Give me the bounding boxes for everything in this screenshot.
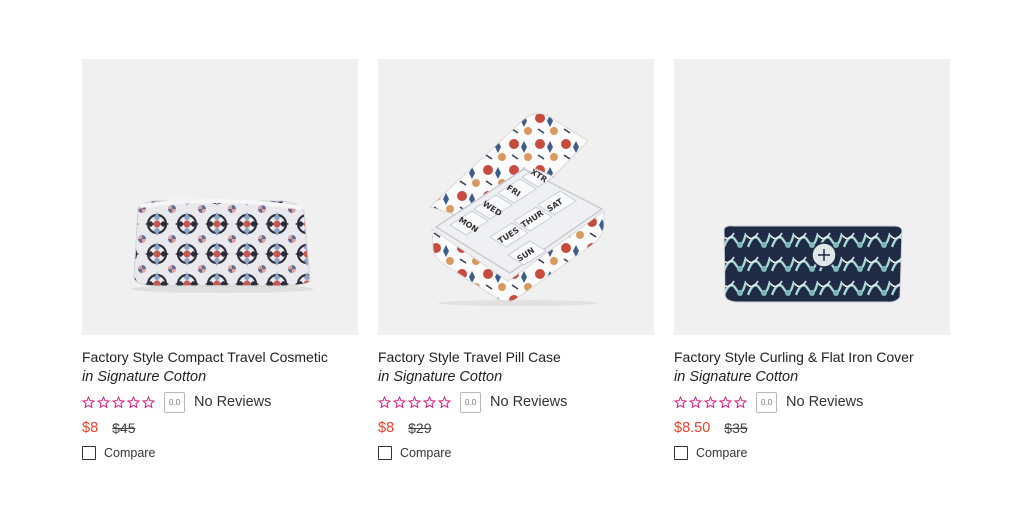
rating-row: 0.0 No Reviews [378,391,654,413]
star-outline-icon [142,395,155,408]
original-price: $35 [724,420,748,436]
rating-row: 0.0 No Reviews [674,391,950,413]
star-outline-icon [438,395,451,408]
product-material: in Signature Cotton [82,369,207,385]
product-image-flat-iron-cover[interactable] [674,59,950,335]
price-row: $8 $29 [378,418,654,438]
compare-toggle[interactable]: Compare [674,446,950,460]
star-outline-icon [112,395,125,408]
compare-label: Compare [104,446,156,460]
product-grid: Factory Style Compact Travel Cosmetic in… [82,59,950,460]
rating-score: 0.0 [164,391,185,413]
product-material: in Signature Cotton [378,369,503,385]
price-row: $8.50 $35 [674,418,950,438]
compare-label: Compare [696,446,748,460]
compare-toggle[interactable]: Compare [82,446,358,460]
rating-score: 0.0 [756,391,777,413]
reviews-link[interactable]: No Reviews [786,394,863,410]
product-title[interactable]: Factory Style Compact Travel Cosmetic [82,348,358,367]
product-card: Factory Style Compact Travel Cosmetic in… [82,59,358,460]
product-card: Factory Style Curling & Flat Iron Cover … [674,59,950,460]
star-outline-icon [97,395,110,408]
rating-score: 0.0 [460,391,481,413]
product-material: in Signature Cotton [674,369,799,385]
product-image-cosmetic-bag[interactable] [82,59,358,335]
star-rating [378,395,451,409]
star-outline-icon [689,395,702,408]
star-outline-icon [393,395,406,408]
product-title[interactable]: Factory Style Curling & Flat Iron Cover [674,348,950,367]
star-outline-icon [82,395,95,408]
checkbox-icon[interactable] [378,446,392,460]
product-image-pill-case[interactable]: MON WED FRI XTR TUES THUR SAT SUN [378,59,654,335]
compare-toggle[interactable]: Compare [378,446,654,460]
star-outline-icon [704,395,717,408]
reviews-link[interactable]: No Reviews [490,394,567,410]
original-price: $45 [112,420,136,436]
star-rating [674,395,747,409]
product-card: MON WED FRI XTR TUES THUR SAT SUN Factor… [378,59,654,460]
star-outline-icon [423,395,436,408]
star-outline-icon [734,395,747,408]
star-outline-icon [127,395,140,408]
original-price: $29 [408,420,432,436]
reviews-link[interactable]: No Reviews [194,394,271,410]
checkbox-icon[interactable] [82,446,96,460]
compare-label: Compare [400,446,452,460]
sale-price: $8 [378,420,395,436]
checkbox-icon[interactable] [674,446,688,460]
star-outline-icon [719,395,732,408]
rating-row: 0.0 No Reviews [82,391,358,413]
sale-price: $8.50 [674,420,711,436]
star-outline-icon [378,395,391,408]
star-outline-icon [408,395,421,408]
sale-price: $8 [82,420,99,436]
price-row: $8 $45 [82,418,358,438]
product-title[interactable]: Factory Style Travel Pill Case [378,348,654,367]
star-rating [82,395,155,409]
star-outline-icon [674,395,687,408]
